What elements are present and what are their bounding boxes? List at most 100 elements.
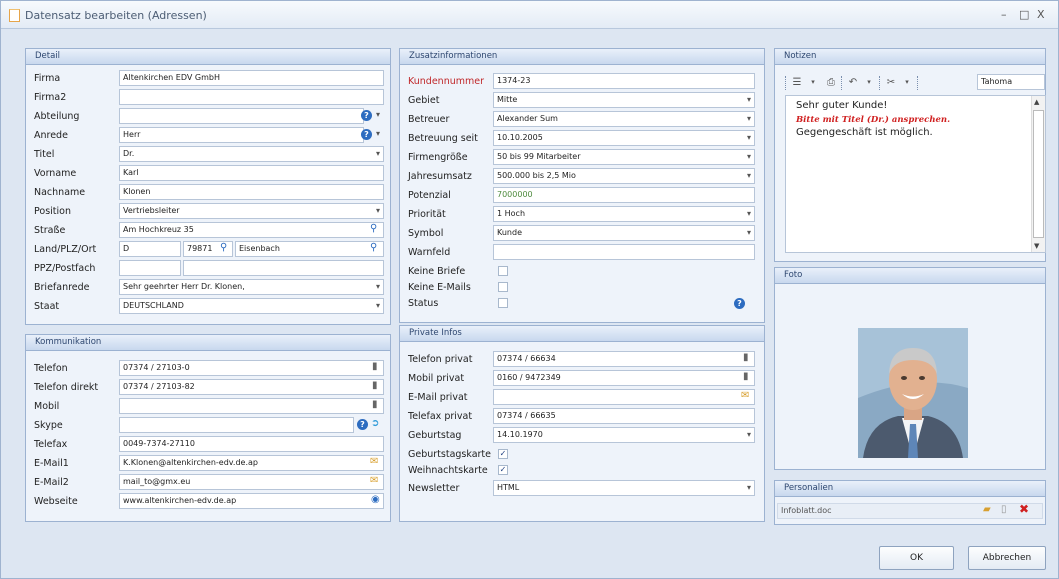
weihnachtskarte-checkbox[interactable]: ✓ <box>498 465 508 475</box>
help-icon[interactable]: ? <box>357 419 368 430</box>
keine-emails-checkbox[interactable] <box>498 282 508 292</box>
scroll-thumb[interactable] <box>1033 110 1044 238</box>
label-geburtstagskarte: Geburtstagskarte <box>408 449 491 460</box>
folder-icon[interactable]: ▰ <box>983 503 991 517</box>
help-icon[interactable]: ? <box>734 298 745 309</box>
scroll-up-icon[interactable]: ▲ <box>1034 98 1039 106</box>
dropdown-arrow-icon[interactable]: ▾ <box>899 75 915 90</box>
dropdown-arrow-icon[interactable]: ▾ <box>376 127 380 141</box>
dropdown-arrow-icon[interactable]: ▾ <box>376 108 380 122</box>
maximize-button[interactable]: □ <box>1019 8 1029 21</box>
delete-icon[interactable]: ✖ <box>1019 502 1029 516</box>
print-icon[interactable]: ⎙ <box>823 75 839 90</box>
dropdown-arrow-icon[interactable]: ▾ <box>805 75 821 90</box>
phone-icon[interactable]: ▮ <box>743 370 749 384</box>
warnfeld-field[interactable] <box>493 244 755 260</box>
phone-icon[interactable]: ▮ <box>743 351 749 365</box>
contact-photo[interactable] <box>858 328 968 458</box>
ort-field[interactable]: Eisenbach <box>235 241 384 257</box>
row-firma: Firma Altenkirchen EDV GmbH <box>26 70 390 87</box>
postfach-field[interactable] <box>183 260 384 276</box>
telefon-privat-field[interactable]: 07374 / 66634 <box>493 351 755 367</box>
telefax-privat-field[interactable]: 07374 / 66635 <box>493 408 755 424</box>
toolbar-separator <box>917 76 919 90</box>
telefax-field[interactable]: 0049-7374-27110 <box>119 436 384 452</box>
email1-field[interactable]: K.Klonen@altenkirchen-edv.de.ap <box>119 455 384 471</box>
anrede-field[interactable]: Herr <box>119 127 364 143</box>
webseite-field[interactable]: www.altenkirchen-edv.de.ap <box>119 493 384 509</box>
skype-field[interactable] <box>119 417 354 433</box>
label-keine-briefe: Keine Briefe <box>408 266 466 277</box>
label-anrede: Anrede <box>34 130 68 141</box>
betreuer-select[interactable]: Alexander Sum <box>493 111 755 127</box>
firma-field[interactable]: Altenkirchen EDV GmbH <box>119 70 384 86</box>
label-mobil-privat: Mobil privat <box>408 373 465 384</box>
gebiet-select[interactable]: Mitte <box>493 92 755 108</box>
strasse-field[interactable]: Am Hochkreuz 35 <box>119 222 384 238</box>
help-icon[interactable]: ? <box>361 129 372 140</box>
phone-icon[interactable]: ▮ <box>372 360 378 374</box>
geburtstagskarte-checkbox[interactable]: ✓ <box>498 449 508 459</box>
row-kundennummer: Kundennummer 1374-23 <box>400 73 764 90</box>
envelope-icon[interactable]: ✉ <box>370 455 378 469</box>
potenzial-field[interactable]: 7000000 <box>493 187 755 203</box>
note-line-2: Bitte mit Titel (Dr.) ansprechen. <box>796 115 951 125</box>
nachname-field[interactable]: Klonen <box>119 184 384 200</box>
label-keine-emails: Keine E-Mails <box>408 282 471 293</box>
notes-textarea[interactable]: Sehr guter Kunde! Bitte mit Titel (Dr.) … <box>785 95 1046 253</box>
firmengroesse-select[interactable]: 50 bis 99 Mitarbeiter <box>493 149 755 165</box>
kundennummer-field[interactable]: 1374-23 <box>493 73 755 89</box>
help-icon[interactable]: ? <box>361 110 372 121</box>
align-icon[interactable]: ☰ <box>789 75 805 90</box>
position-select[interactable]: Vertriebsleiter <box>119 203 384 219</box>
map-pin-icon[interactable]: ⚲ <box>370 222 377 236</box>
cut-icon[interactable]: ✂ <box>883 75 899 90</box>
abteilung-field[interactable] <box>119 108 364 124</box>
title-bar[interactable]: Datensatz bearbeiten (Adressen) – □ X <box>1 1 1058 29</box>
firma2-field[interactable] <box>119 89 384 105</box>
label-briefanrede: Briefanrede <box>34 282 90 293</box>
phone-icon[interactable]: ▮ <box>372 398 378 412</box>
label-abteilung: Abteilung <box>34 111 80 122</box>
symbol-select[interactable]: Kunde <box>493 225 755 241</box>
map-pin-icon[interactable]: ⚲ <box>370 241 377 255</box>
telefon-direkt-field[interactable]: 07374 / 27103-82 <box>119 379 384 395</box>
ok-button[interactable]: OK <box>879 546 954 570</box>
minimize-button[interactable]: – <box>1001 8 1007 21</box>
skype-icon[interactable]: ➲ <box>371 417 379 431</box>
email2-field[interactable]: mail_to@gmx.eu <box>119 474 384 490</box>
keine-briefe-checkbox[interactable] <box>498 266 508 276</box>
geburtstag-date[interactable]: 14.10.1970 <box>493 427 755 443</box>
staat-select[interactable]: DEUTSCHLAND <box>119 298 384 314</box>
prioritaet-select[interactable]: 1 Hoch <box>493 206 755 222</box>
land-field[interactable]: D <box>119 241 181 257</box>
newsletter-select[interactable]: HTML <box>493 480 755 496</box>
envelope-icon[interactable]: ✉ <box>741 389 749 403</box>
close-button[interactable]: X <box>1037 8 1045 21</box>
notes-scrollbar[interactable]: ▲ ▼ <box>1031 96 1045 252</box>
telefon-field[interactable]: 07374 / 27103-0 <box>119 360 384 376</box>
label-weihnachtskarte: Weihnachtskarte <box>408 465 488 476</box>
dropdown-arrow-icon[interactable]: ▾ <box>861 75 877 90</box>
jahresumsatz-select[interactable]: 500.000 bis 2,5 Mio <box>493 168 755 184</box>
font-select[interactable]: Tahoma <box>977 74 1045 90</box>
scroll-down-icon[interactable]: ▼ <box>1034 242 1039 250</box>
undo-icon[interactable]: ↶ <box>845 75 861 90</box>
titel-select[interactable]: Dr. <box>119 146 384 162</box>
betreuung-seit-date[interactable]: 10.10.2005 <box>493 130 755 146</box>
plz-search-icon[interactable]: ⚲ <box>220 241 227 255</box>
phone-icon[interactable]: ▮ <box>372 379 378 393</box>
email-privat-field[interactable] <box>493 389 755 405</box>
mobil-privat-field[interactable]: 0160 / 9472349 <box>493 370 755 386</box>
mobil-field[interactable] <box>119 398 384 414</box>
new-document-icon[interactable]: ▯ <box>1001 503 1007 517</box>
briefanrede-select[interactable]: Sehr geehrter Herr Dr. Klonen, <box>119 279 384 295</box>
abbrechen-button[interactable]: Abbrechen <box>968 546 1046 570</box>
pfz-field[interactable] <box>119 260 181 276</box>
envelope-icon[interactable]: ✉ <box>370 474 378 488</box>
status-checkbox[interactable] <box>498 298 508 308</box>
row-skype: Skype ? ➲ <box>26 417 390 434</box>
foto-panel: Foto <box>774 267 1046 470</box>
globe-icon[interactable]: ◉ <box>371 493 380 507</box>
vorname-field[interactable]: Karl <box>119 165 384 181</box>
